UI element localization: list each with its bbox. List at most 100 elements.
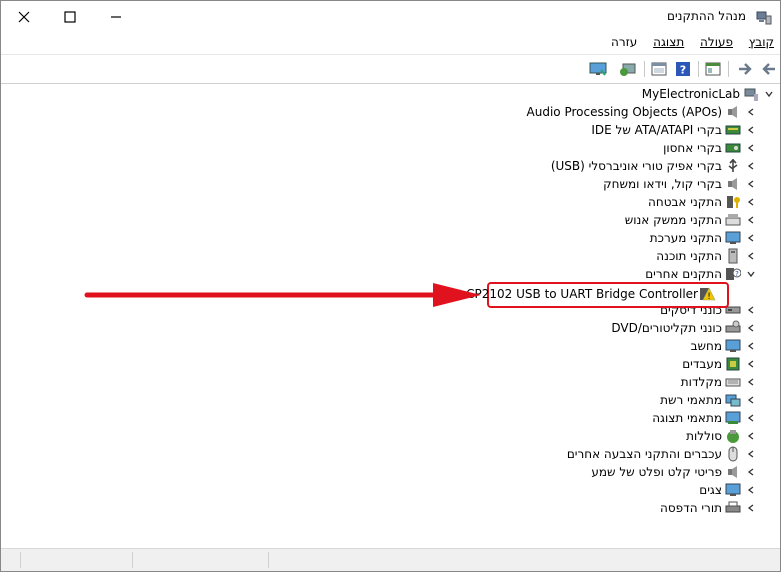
tree-category-label: תורי הדפסה	[660, 501, 722, 515]
tree-category-computer[interactable]: מחשב	[691, 337, 758, 355]
tree-category-label: התקני מערכת	[649, 231, 722, 245]
device-tree: MyElectronicLab Audio Processing Objects…	[5, 84, 778, 546]
menu-view[interactable]: תצוגה	[647, 33, 690, 51]
tree-category-storage-controller[interactable]: בקרי אחסון	[663, 139, 758, 157]
chevron-left-icon[interactable]	[744, 301, 758, 319]
minimize-button[interactable]	[93, 1, 139, 33]
tree-category-sound[interactable]: בקרי קול, וידאו ומשחק	[603, 175, 758, 193]
chevron-left-icon[interactable]	[744, 103, 758, 121]
forward-button[interactable]	[735, 59, 755, 79]
status-bar	[1, 548, 780, 571]
back-button[interactable]	[759, 59, 779, 79]
svg-text:?: ?	[735, 270, 739, 278]
chevron-left-icon[interactable]	[744, 319, 758, 337]
chevron-left-icon[interactable]	[744, 211, 758, 229]
chevron-left-icon[interactable]	[744, 121, 758, 139]
tree-category-label: כונני תקליטורים/DVD	[611, 321, 722, 335]
dvd-drive-icon	[725, 320, 741, 336]
tree-category-system-device[interactable]: התקני מערכת	[650, 229, 758, 247]
tree-category-processor[interactable]: מעבדים	[682, 355, 758, 373]
close-icon	[18, 11, 30, 23]
update-driver-button[interactable]	[649, 59, 669, 79]
tree-category-label: פריטי קלט ופלט של שמע	[591, 465, 722, 479]
toolbar: ?	[1, 54, 780, 84]
chevron-left-icon[interactable]	[744, 481, 758, 499]
chevron-left-icon[interactable]	[744, 445, 758, 463]
tree-category-software-device[interactable]: התקני תוכנה	[656, 247, 758, 265]
chevron-left-icon[interactable]	[744, 409, 758, 427]
properties-icon	[705, 62, 721, 76]
hid-icon	[725, 212, 741, 228]
tree-category-keyboard[interactable]: מקלדות	[681, 373, 758, 391]
tree-category-monitor[interactable]: צגים	[699, 481, 758, 499]
computer-root-icon	[743, 86, 759, 102]
tree-category-audio-io[interactable]: פריטי קלט ופלט של שמע	[591, 463, 758, 481]
tree-category-label: Audio Processing Objects (APOs)	[526, 105, 722, 119]
update-driver-icon	[651, 62, 667, 76]
forward-icon	[739, 63, 752, 75]
chevron-left-icon[interactable]	[744, 427, 758, 445]
tree-category-network-adapter[interactable]: מתאמי רשת	[660, 391, 758, 409]
scan-hardware-icon	[620, 63, 636, 76]
chevron-left-icon[interactable]	[744, 463, 758, 481]
chevron-left-icon[interactable]	[744, 139, 758, 157]
tree-category-label: בקרי ATA/ATAPI של IDE	[591, 123, 722, 137]
usb-icon	[725, 158, 741, 174]
security-device-icon	[725, 194, 741, 210]
menu-help[interactable]: עזרה	[605, 33, 643, 51]
keyboard-icon	[725, 374, 741, 390]
chevron-down-icon[interactable]	[762, 85, 776, 103]
chevron-left-icon[interactable]	[744, 355, 758, 373]
chevron-left-icon[interactable]	[744, 337, 758, 355]
software-device-icon	[725, 248, 741, 264]
help-button[interactable]: ?	[673, 59, 693, 79]
chevron-left-icon[interactable]	[744, 373, 758, 391]
cp2102-label: CP2102 USB to UART Bridge Controller	[466, 287, 698, 301]
tree-category-speaker[interactable]: Audio Processing Objects (APOs)	[527, 103, 758, 121]
monitor-icon	[589, 62, 607, 76]
tree-category-battery[interactable]: סוללות	[686, 427, 758, 445]
tree-item-cp2102[interactable]: ! CP2102 USB to UART Bridge Controller	[466, 285, 720, 303]
chevron-left-icon[interactable]	[744, 193, 758, 211]
tree-category-display-adapter[interactable]: מתאמי תצוגה	[652, 409, 758, 427]
ide-controller-icon	[725, 122, 741, 138]
properties-button[interactable]	[703, 59, 723, 79]
menu-action[interactable]: פעולה	[694, 33, 739, 51]
tree-category-label: התקני אבטחה	[648, 195, 722, 209]
other-devices-icon: ?	[725, 266, 742, 282]
tree-category-label: התקני ממשק אנוש	[624, 213, 722, 227]
svg-text:!: !	[707, 292, 711, 302]
tree-category-dvd-drive[interactable]: כונני תקליטורים/DVD	[611, 319, 758, 337]
network-adapter-icon	[725, 392, 741, 408]
tree-category-usb[interactable]: בקרי אפיק טורי אוניברסלי (USB)	[551, 157, 758, 175]
tree-category-mouse[interactable]: עכברים והתקני הצבעה אחרים	[567, 445, 758, 463]
chevron-left-icon[interactable]	[744, 499, 758, 517]
speaker-icon	[725, 104, 741, 120]
chevron-left-icon[interactable]	[744, 157, 758, 175]
close-button[interactable]	[1, 1, 47, 33]
display-adapter-icon	[725, 410, 741, 426]
scan-hardware-button[interactable]	[618, 59, 638, 79]
storage-controller-icon	[725, 140, 741, 156]
warning-device-icon: !	[700, 286, 717, 302]
chevron-left-icon[interactable]	[744, 247, 758, 265]
tree-category-printer[interactable]: תורי הדפסה	[660, 499, 758, 517]
chevron-left-icon[interactable]	[744, 229, 758, 247]
tree-category-other-devices[interactable]: ? התקנים אחרים	[645, 265, 758, 283]
tree-category-label: סוללות	[686, 429, 722, 443]
help-icon: ?	[676, 62, 690, 77]
tree-category-ide-controller[interactable]: בקרי ATA/ATAPI של IDE	[591, 121, 758, 139]
chevron-down-icon[interactable]	[744, 265, 758, 283]
monitor-button[interactable]	[588, 59, 608, 79]
tree-category-label: התקני תוכנה	[656, 249, 722, 263]
tree-category-security-device[interactable]: התקני אבטחה	[648, 193, 758, 211]
menu-file[interactable]: קובץ	[743, 33, 780, 51]
maximize-icon	[64, 11, 76, 23]
device-manager-app-icon	[756, 11, 772, 25]
chevron-left-icon[interactable]	[744, 175, 758, 193]
maximize-button[interactable]	[47, 1, 93, 33]
chevron-left-icon[interactable]	[744, 391, 758, 409]
tree-category-hid[interactable]: התקני ממשק אנוש	[625, 211, 758, 229]
tree-root[interactable]: MyElectronicLab	[642, 85, 776, 103]
battery-icon	[725, 428, 741, 444]
